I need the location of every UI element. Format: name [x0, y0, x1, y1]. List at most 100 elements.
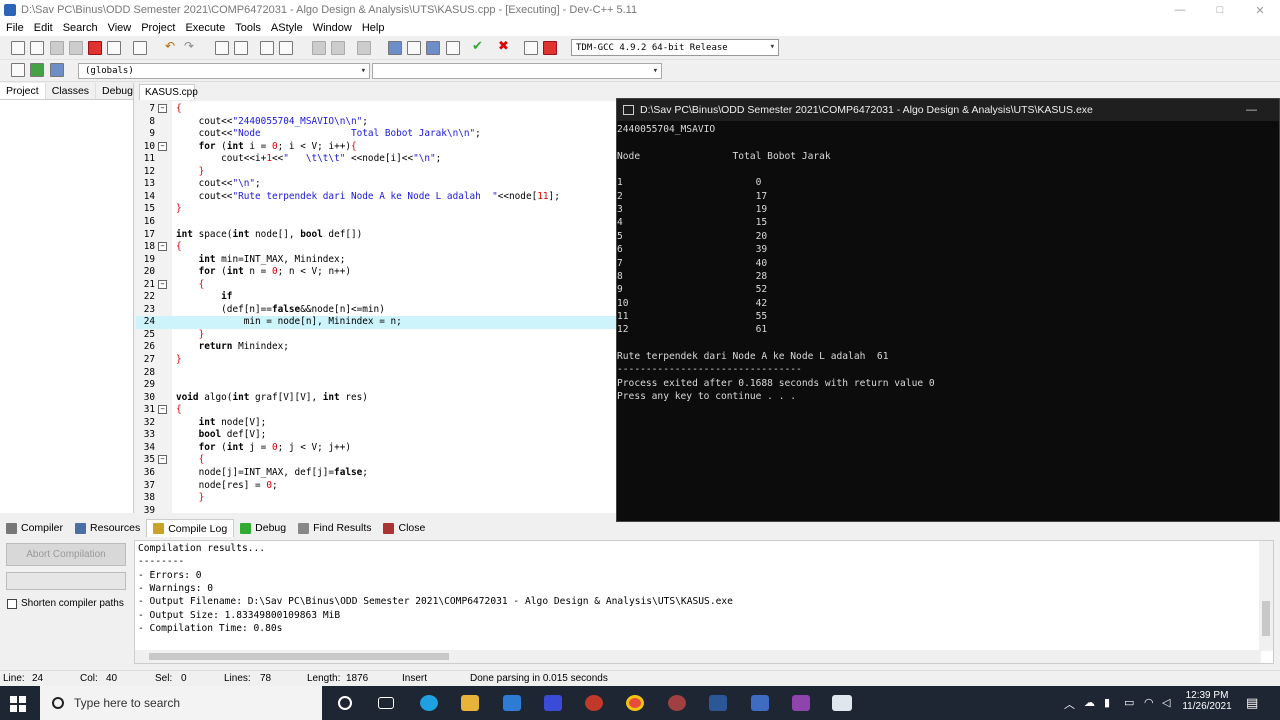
code-line[interactable]: 18−{: [136, 241, 616, 254]
twitch-icon[interactable]: [792, 695, 810, 711]
code-line[interactable]: 12 }: [136, 166, 616, 179]
menu-window[interactable]: Window: [309, 22, 356, 34]
code-line[interactable]: 8 cout<<"2440055704_MSAVIO\n\n";: [136, 116, 616, 129]
code-line[interactable]: 38 }: [136, 492, 616, 505]
code-line[interactable]: 17 int space(int node[], bool def[]): [136, 229, 616, 242]
chrome-icon[interactable]: [626, 695, 644, 711]
stop-execution-icon[interactable]: ✖: [498, 38, 512, 53]
code-line[interactable]: 10− for (int i = 0; i < V; i++){: [136, 141, 616, 154]
tab-project[interactable]: Project: [0, 83, 46, 99]
tab-classes[interactable]: Classes: [46, 83, 97, 99]
menu-help[interactable]: Help: [358, 22, 389, 34]
code-line[interactable]: 31−{: [136, 404, 616, 417]
notification-icon[interactable]: ▤: [1246, 695, 1258, 711]
show-hidden-icons-icon[interactable]: ︿: [1064, 696, 1075, 712]
save-icon[interactable]: [50, 41, 64, 55]
code-line[interactable]: 21− {: [136, 279, 616, 292]
cortana-icon[interactable]: [338, 696, 352, 710]
tab-compile-log[interactable]: Compile Log: [146, 519, 235, 537]
log-horizontal-scrollbar[interactable]: [135, 650, 1261, 663]
mail-icon[interactable]: [503, 695, 521, 711]
scroll-thumb[interactable]: [149, 653, 449, 660]
battery-icon[interactable]: ▭: [1124, 696, 1134, 709]
code-editor[interactable]: 7−{8 cout<<"2440055704_MSAVIO\n\n"; 9 cou…: [136, 101, 616, 513]
volume-icon[interactable]: ◁: [1162, 696, 1170, 709]
profile-icon[interactable]: [524, 41, 538, 55]
replace-icon[interactable]: [234, 41, 248, 55]
undo-icon[interactable]: ↶: [165, 39, 179, 53]
close-all-icon[interactable]: [107, 41, 121, 55]
minimize-button[interactable]: —: [1160, 0, 1200, 20]
print-icon[interactable]: [133, 41, 147, 55]
code-line[interactable]: 9 cout<<"Node Total Bobot Jarak\n\n";: [136, 128, 616, 141]
fold-toggle-icon[interactable]: −: [158, 405, 167, 415]
abort-compilation-button[interactable]: Abort Compilation: [6, 543, 126, 566]
fold-toggle-icon[interactable]: −: [158, 242, 167, 252]
tab-find-results[interactable]: Find Results: [292, 519, 377, 537]
clock[interactable]: 12:39 PM 11/26/2021: [1182, 690, 1232, 712]
scroll-thumb[interactable]: [1262, 601, 1270, 636]
checkbox-box[interactable]: [7, 598, 17, 609]
menu-view[interactable]: View: [104, 22, 136, 34]
code-line[interactable]: 27}: [136, 354, 616, 367]
code-line[interactable]: 13 cout<<"\n";: [136, 178, 616, 191]
menu-search[interactable]: Search: [59, 22, 102, 34]
edge-icon[interactable]: [420, 695, 438, 711]
compiler-select[interactable]: TDM-GCC 4.9.2 64-bit Release ▾: [571, 39, 779, 56]
tab-debug[interactable]: Debug: [96, 83, 140, 99]
goto-icon[interactable]: [30, 63, 44, 77]
code-line[interactable]: 30 void algo(int graf[V][V], int res): [136, 392, 616, 405]
fold-toggle-icon[interactable]: −: [158, 104, 167, 113]
menu-astyle[interactable]: AStyle: [267, 22, 307, 34]
compile-log[interactable]: Compilation results... -------- - Errors: …: [134, 540, 1274, 664]
code-line[interactable]: 29: [136, 379, 616, 392]
code-line[interactable]: 14 cout<<"Rute terpendek dari Node A ke …: [136, 191, 616, 204]
code-line[interactable]: 28: [136, 367, 616, 380]
member-select[interactable]: ▾: [372, 63, 662, 79]
toggle-comment-icon[interactable]: [357, 41, 371, 55]
new-file-icon[interactable]: [11, 41, 25, 55]
code-line[interactable]: 37 node[res] = 0;: [136, 480, 616, 493]
code-line[interactable]: 22 if: [136, 291, 616, 304]
indent-icon[interactable]: [312, 41, 326, 55]
devcpp-taskbar-icon[interactable]: [751, 695, 769, 711]
fold-toggle-icon[interactable]: −: [158, 141, 167, 151]
tab-compiler[interactable]: Compiler: [0, 519, 69, 537]
code-line[interactable]: 7−{: [136, 103, 616, 116]
wifi-icon[interactable]: ◠: [1144, 696, 1154, 709]
code-line[interactable]: 20 for (int n = 0; n < V; n++): [136, 266, 616, 279]
editor-tab-kasus[interactable]: KASUS.cpp: [139, 84, 198, 100]
app-icon-red[interactable]: [585, 695, 603, 711]
tab-close[interactable]: Close: [377, 519, 431, 537]
menu-edit[interactable]: Edit: [30, 22, 57, 34]
shorten-paths-checkbox[interactable]: Shorten compiler paths: [7, 598, 124, 609]
maximize-button[interactable]: □: [1200, 0, 1240, 20]
scope-select[interactable]: (globals) ▾: [78, 63, 370, 79]
insert-icon[interactable]: [11, 63, 25, 77]
microphone-icon[interactable]: ▮: [1104, 696, 1110, 709]
code-line[interactable]: 26 return Minindex;: [136, 341, 616, 354]
menu-file[interactable]: File: [2, 22, 28, 34]
delete-profile-icon[interactable]: [543, 41, 557, 55]
redo-icon[interactable]: ↷: [184, 39, 198, 53]
visual-studio-icon[interactable]: [544, 695, 562, 711]
console-taskbar-icon[interactable]: [832, 695, 852, 711]
code-line[interactable]: 24 min = node[n], Minindex = n;: [136, 316, 616, 329]
tab-debug-bottom[interactable]: Debug: [234, 519, 292, 537]
menu-project[interactable]: Project: [137, 22, 179, 34]
windows-start-icon[interactable]: [10, 696, 26, 712]
log-vertical-scrollbar[interactable]: [1259, 541, 1273, 651]
save-all-icon[interactable]: [69, 41, 83, 55]
console-minimize-button[interactable]: —: [1246, 104, 1257, 116]
onedrive-cloud-icon[interactable]: ☁: [1084, 696, 1095, 709]
toggle-bookmark-icon[interactable]: [279, 41, 293, 55]
code-line[interactable]: 16: [136, 216, 616, 229]
word-icon[interactable]: [709, 695, 727, 711]
code-line[interactable]: 39: [136, 505, 616, 513]
open-file-icon[interactable]: [30, 41, 44, 55]
fold-toggle-icon[interactable]: −: [158, 455, 167, 465]
close-button[interactable]: ✕: [1240, 0, 1280, 20]
fold-toggle-icon[interactable]: −: [158, 279, 167, 289]
console-window[interactable]: D:\Sav PC\Binus\ODD Semester 2021\COMP64…: [616, 98, 1280, 522]
compile-run-icon[interactable]: [426, 41, 440, 55]
